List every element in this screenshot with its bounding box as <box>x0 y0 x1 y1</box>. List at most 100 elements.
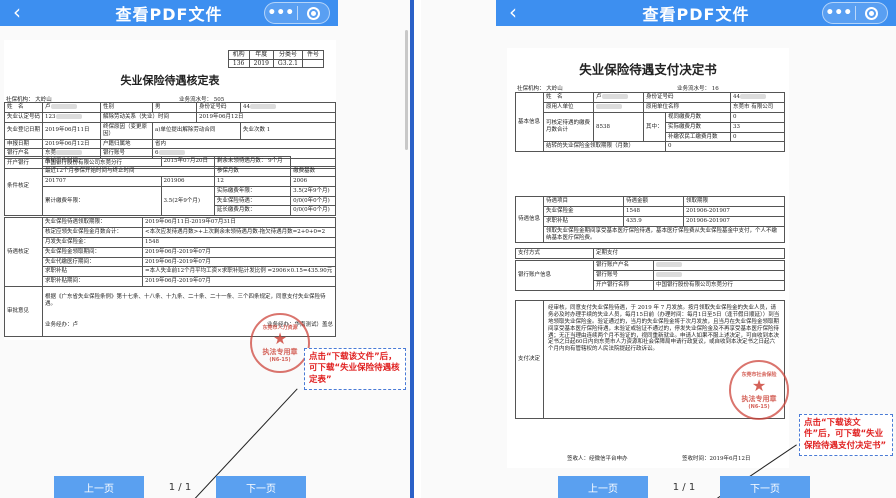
pager: 上一页 1 / 1 下一页 <box>558 476 810 498</box>
cell: 姓 名 <box>4 102 43 113</box>
mini-program-capsule: ••• <box>264 2 330 24</box>
next-page-button[interactable]: 下一页 <box>216 476 306 498</box>
cell: 原用人单位 <box>543 101 594 113</box>
cell: 失业保险待遇领取期限： <box>42 217 143 228</box>
audit-text: 根据《广东省失业保险条例》第十七条、十八条、十九条、二十条、二十一条、三个四条规… <box>45 294 326 308</box>
column-header: 待遇金额 <box>623 196 684 207</box>
cell: 性别 <box>100 102 153 113</box>
cell: 实际缴费月数 <box>664 121 732 133</box>
cell: 求职补贴 <box>543 215 624 227</box>
cell <box>653 269 785 281</box>
cell: 123 <box>42 111 101 123</box>
cell: 0/0(0年0个月) <box>290 195 336 207</box>
archive-code-table: 机构 年度 分类号 件号 136 2019 G3.2.1 <box>227 50 325 68</box>
cell: 累计缴费年限： <box>42 185 162 217</box>
cell: 原用单位名称 <box>642 101 732 113</box>
cell: 核定应领失业保险金月数合计： <box>42 226 143 238</box>
cell: 2019年06月-2019年07月 <box>142 256 336 268</box>
cell: 剩余未领待遇月数： 9个月 <box>213 156 292 167</box>
prev-page-button[interactable]: 上一页 <box>558 476 648 498</box>
cell: 东莞市 有限公司 <box>730 101 785 113</box>
cell: 2019年06月11日-2019年07月31日 <box>142 217 336 228</box>
cell: 0/0(0年0个月) <box>290 205 336 217</box>
cell: 解除劳动关系（失业）时间 <box>100 111 197 123</box>
cell: 银行账号 <box>593 269 654 281</box>
cell: <本次应发待遇月数>+上次剩余未领待遇月数-拖欠待遇月数=2+0+0=2 <box>142 226 336 238</box>
title-bar: ‹ 查看PDF文件 ••• <box>0 0 338 26</box>
cell: 参加工作时间： <box>42 156 162 167</box>
cell: 可核定待遇的缴费月数合计 <box>543 111 594 143</box>
cell: 最近12个月参保开始时间与终止时间 <box>42 165 215 177</box>
cell: 其中： <box>643 111 666 143</box>
cell: 定期支付 <box>593 248 785 259</box>
next-page-button[interactable]: 下一页 <box>720 476 810 498</box>
bank-table: 银行账户信息 银行账户户名 银行账号 开户银行名称 中国银行股份有限公司东莞分行 <box>515 260 785 291</box>
prev-page-button[interactable]: 上一页 <box>54 476 144 498</box>
cell: 2006 <box>290 175 336 187</box>
section-label: 待遇信息 <box>515 195 544 244</box>
section-label: 待遇核定 <box>4 216 43 288</box>
handler: 业务经办：卢 <box>45 321 79 328</box>
scrollbar[interactable] <box>405 30 408 150</box>
cell: 户籍归属地 <box>100 138 153 150</box>
cell: 1548 <box>623 205 684 217</box>
condition-table: 条件核定 参加工作时间： 2015年07月20日 剩余未领待遇月数： 9个月 最… <box>4 155 336 217</box>
cell: 月发失业保险金： <box>42 236 143 248</box>
cell: 1548 <box>142 236 336 248</box>
payment-table: 支付方式 定期支付 <box>515 248 785 259</box>
cell: 0 <box>730 111 785 123</box>
official-seal: 东莞市社会保险 ★ 执法专用章 (N6-15) <box>729 360 789 420</box>
cell: 申报日期 <box>4 138 43 150</box>
more-icon[interactable]: ••• <box>265 3 297 23</box>
cell: 缴费基数 <box>290 165 336 177</box>
document-title: 失业保险待遇核定表 <box>120 74 220 87</box>
code-header: 件号 <box>301 50 325 60</box>
seal-text: 执法专用章 <box>262 347 298 356</box>
cell: 201906-201907 <box>683 215 785 227</box>
cell: 失业登记日期 <box>4 121 43 140</box>
cell: 终保原因（变更原因） <box>100 121 153 140</box>
pdf-page: 机构 年度 分类号 件号 136 2019 G3.2.1 失业保险待遇核定表 社… <box>4 40 336 340</box>
cell: 开户银行名称 <box>593 279 654 291</box>
section-label: 审批意见 <box>4 286 43 337</box>
seal-text: 执法专用章 <box>741 394 777 403</box>
cell: a)单位提出解除劳动合同 <box>152 121 241 140</box>
star-icon: ★ <box>272 328 288 348</box>
cell: 12 <box>213 175 292 187</box>
title-bar: ‹ 查看PDF文件 ••• <box>496 0 896 26</box>
business-number: 业务流水号： 16 <box>677 86 719 92</box>
cell: 失业次数 1 <box>240 121 336 140</box>
cell: 省内 <box>152 138 336 150</box>
column-header: 领取期限 <box>683 196 785 207</box>
cell: 身份证号码 <box>196 102 241 113</box>
cell: 姓 名 <box>543 92 594 103</box>
benefit-table: 待遇核定 失业保险待遇领取期限： 2019年06月11日-2019年07月31日… <box>4 216 336 288</box>
document-title: 失业保险待遇支付决定书 <box>579 62 717 77</box>
cell: 失业认定号码 <box>4 111 43 123</box>
seal-code: (N6-15) <box>748 403 770 410</box>
cell: 视同缴费月数 <box>664 111 732 123</box>
cell: 201707 <box>42 175 162 187</box>
cell: 卢 <box>42 102 101 113</box>
close-target-icon[interactable] <box>855 6 887 20</box>
cell <box>593 101 644 113</box>
sign-date: 签收时间：2019年6月12日 <box>682 456 751 462</box>
section-label: 基本信息 <box>515 91 544 153</box>
cell: 44 <box>730 92 785 103</box>
close-target-icon[interactable] <box>297 6 329 20</box>
page-indicator: 1 / 1 <box>168 481 192 493</box>
more-icon[interactable]: ••• <box>823 3 855 23</box>
cell: 2019年06月11日 <box>42 121 101 140</box>
section-label: 支付决定 <box>515 300 544 419</box>
cell: 延长缴费月数： <box>213 205 292 217</box>
agency-label: 社保机构： 大岭山 <box>517 86 563 92</box>
cell: 失业保险待遇： <box>213 195 292 207</box>
left-screen: ‹ 查看PDF文件 ••• 机构 年度 分类号 件号 136 2019 G3.2… <box>0 0 414 498</box>
cell: 2019年06月-2019年07月 <box>142 246 336 258</box>
cell: 0 <box>665 141 785 153</box>
cell: 求职补贴 <box>42 266 143 278</box>
cell: 失业保险金 <box>543 205 624 217</box>
cell: =本人失业前12个月平均工资×求职补贴计发比例 =2906×0.15=435.9… <box>142 266 336 278</box>
benefit-note: 领取失业保险金期间享受基本医疗保险待遇，基本医疗保险费从失业保险基金中支付，个人… <box>543 225 785 244</box>
code-header: 机构 <box>227 50 250 60</box>
